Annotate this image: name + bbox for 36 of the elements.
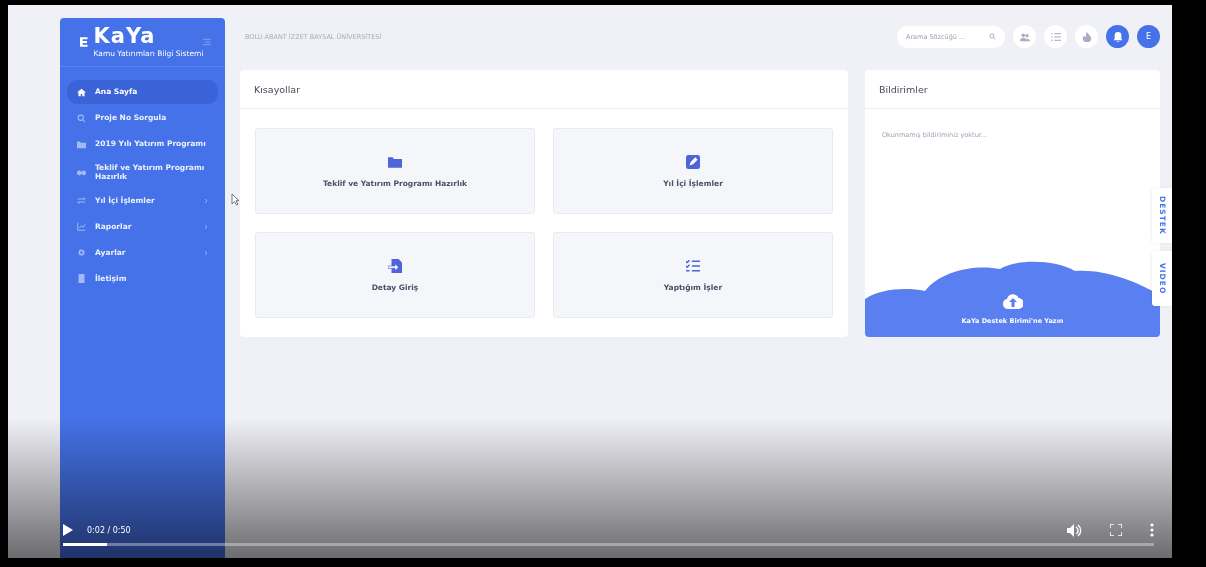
bell-button[interactable] xyxy=(1106,25,1129,48)
card-title: Bildirimler xyxy=(865,70,1160,109)
pencil-icon xyxy=(686,154,700,169)
chevron-icon xyxy=(204,249,208,256)
folder-icon xyxy=(77,139,86,149)
list-icon xyxy=(1050,31,1061,42)
video-time: 0:02 / 0:50 xyxy=(87,525,132,535)
fire-icon xyxy=(1081,31,1092,42)
progress-bar[interactable] xyxy=(63,543,1154,546)
chevron-icon xyxy=(204,223,208,230)
users-icon xyxy=(1019,31,1030,42)
volume-icon[interactable] xyxy=(1067,523,1082,537)
handshake-icon xyxy=(77,167,86,177)
card-title: Kısayollar xyxy=(240,70,848,109)
logo-title: KaYa xyxy=(93,26,156,47)
chevron-icon xyxy=(204,197,208,204)
list-button[interactable] xyxy=(1044,25,1067,48)
fullscreen-icon[interactable] xyxy=(1110,524,1122,536)
upload-cloud-icon xyxy=(1002,293,1023,309)
folder-icon xyxy=(388,154,402,169)
fire-button[interactable] xyxy=(1075,25,1098,48)
search-icon xyxy=(989,32,996,40)
home-icon xyxy=(77,87,86,97)
contact-card-icon xyxy=(77,274,86,284)
chart-icon xyxy=(77,222,86,232)
play-icon[interactable] xyxy=(63,524,73,536)
cloud-banner[interactable] xyxy=(865,259,1160,337)
arrows-icon xyxy=(77,196,86,206)
more-icon[interactable] xyxy=(1150,523,1154,537)
avatar[interactable]: E xyxy=(1137,25,1160,48)
checklist-icon xyxy=(686,258,700,273)
bell-icon xyxy=(1112,31,1123,42)
settings-icon xyxy=(77,248,86,258)
users-button[interactable] xyxy=(1013,25,1036,48)
file-import-icon xyxy=(388,258,402,273)
search-icon xyxy=(77,113,86,123)
